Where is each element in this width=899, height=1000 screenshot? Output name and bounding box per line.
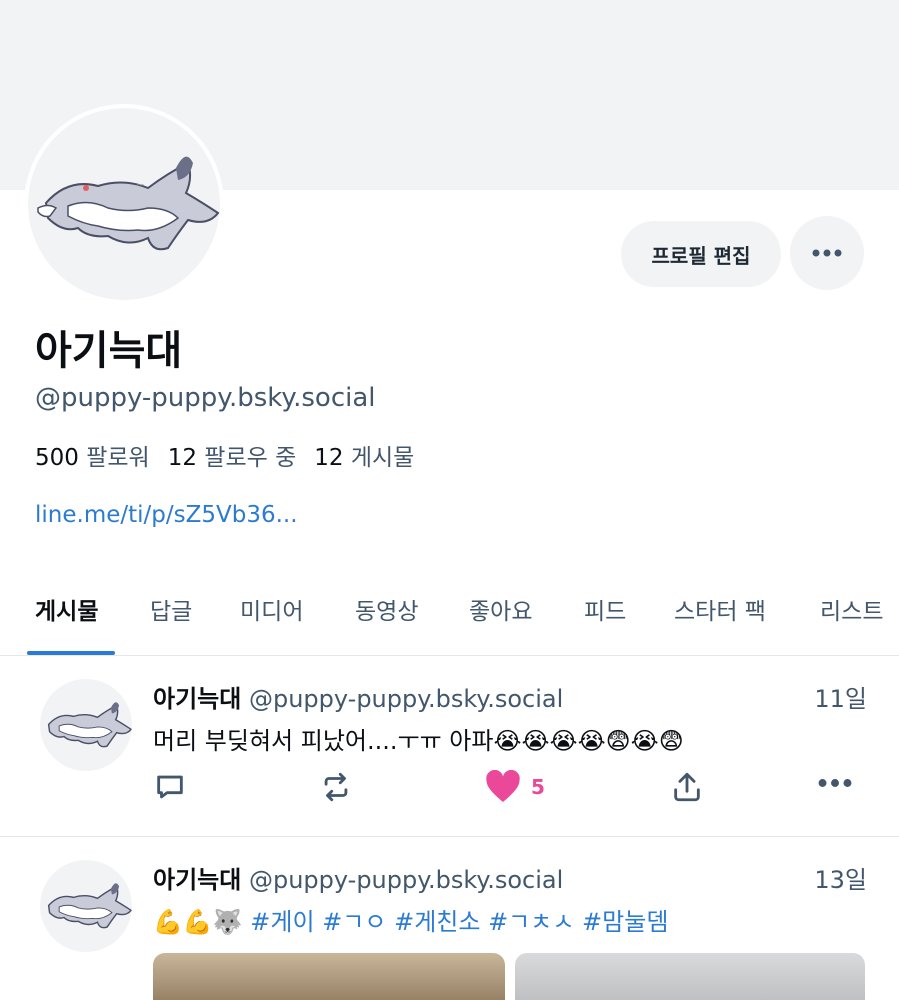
tab-posts[interactable]: 게시물 — [35, 592, 98, 626]
post-more-button[interactable] — [818, 778, 852, 788]
reply-icon — [157, 775, 183, 799]
profile-display-name: 아기늑대 — [35, 328, 183, 374]
svg-text:~: ~ — [136, 180, 144, 191]
profile-link[interactable]: line.me/ti/p/sZ5Vb36... — [35, 502, 298, 528]
like-button[interactable]: 5 — [485, 770, 545, 804]
post-item[interactable]: 아기늑대 @puppy-puppy.bsky.social 11일 머리 부딪혀… — [0, 657, 899, 837]
posts-stat: 12 게시물 — [314, 438, 414, 472]
like-count: 5 — [531, 775, 545, 799]
followers-label: 팔로워 — [86, 445, 150, 471]
share-icon — [674, 772, 700, 802]
following-label: 팔로우 중 — [204, 445, 297, 471]
following-count: 12 — [167, 445, 197, 471]
profile-more-button[interactable] — [790, 216, 864, 290]
post-text: 머리 부딪혀서 피났어....ㅜㅠ 아파😭😭😭😭😨😭😨 — [153, 721, 684, 756]
following-stat[interactable]: 12 팔로우 중 — [168, 438, 297, 472]
post-author-avatar[interactable] — [40, 679, 132, 771]
post-image[interactable] — [515, 953, 865, 1000]
profile-stats: 500 팔로워 12 팔로우 중 12 게시물 — [35, 438, 414, 472]
tab-starter-packs[interactable]: 스타터 팩 — [674, 592, 766, 626]
heart-icon — [486, 770, 520, 802]
post-emoji: 😭😭😭😭😨😭😨 — [493, 727, 684, 755]
wolf-avatar-image — [47, 702, 132, 748]
active-tab-indicator — [27, 651, 115, 655]
reply-button[interactable] — [153, 770, 187, 804]
profile-handle: @puppy-puppy.bsky.social — [35, 383, 376, 413]
wolf-avatar-image: ~ — [37, 156, 220, 251]
post-actions: 5 — [153, 770, 863, 810]
edit-profile-button[interactable]: 프로필 편집 — [621, 221, 781, 287]
post-emoji: 💪💪🐺 — [153, 908, 243, 936]
repost-button[interactable] — [319, 770, 353, 804]
posts-count: 12 — [314, 445, 344, 471]
profile-tabs: 게시물 답글 미디어 동영상 좋아요 피드 스타터 팩 리스트 — [0, 560, 899, 656]
post-author[interactable]: 아기늑대 @puppy-puppy.bsky.social — [153, 679, 563, 714]
followers-stat[interactable]: 500 팔로워 — [35, 438, 150, 472]
post-author-handle: @puppy-puppy.bsky.social — [248, 866, 564, 894]
tab-replies[interactable]: 답글 — [150, 592, 192, 626]
tab-media[interactable]: 미디어 — [240, 592, 303, 626]
posts-label: 게시물 — [350, 445, 415, 471]
tab-lists[interactable]: 리스트 — [820, 592, 883, 626]
post-text-body: 머리 부딪혀서 피났어....ㅜㅠ 아파 — [153, 727, 494, 755]
share-button[interactable] — [670, 770, 704, 804]
tab-feeds[interactable]: 피드 — [584, 592, 626, 626]
post-author-avatar[interactable] — [40, 860, 132, 952]
post-date[interactable]: 13일 — [814, 860, 867, 895]
tab-likes[interactable]: 좋아요 — [469, 592, 532, 626]
tab-videos[interactable]: 동영상 — [355, 592, 418, 626]
wolf-avatar-image — [47, 883, 132, 929]
profile-avatar[interactable]: ~ — [24, 104, 224, 304]
post-hashtags[interactable]: #게이 #ㄱㅇ #게친소 #ㄱㅊㅅ #맘눌뎀 — [250, 908, 668, 936]
post-text: 💪💪🐺 #게이 #ㄱㅇ #게친소 #ㄱㅊㅅ #맘눌뎀 — [153, 902, 668, 937]
post-author-name: 아기늑대 — [153, 685, 242, 713]
ellipsis-icon — [812, 249, 842, 257]
ellipsis-icon — [818, 779, 852, 787]
post-author-handle: @puppy-puppy.bsky.social — [248, 685, 564, 713]
post-author-name: 아기늑대 — [153, 866, 242, 894]
followers-count: 500 — [35, 445, 79, 471]
post-image[interactable] — [153, 953, 505, 1000]
post-date[interactable]: 11일 — [814, 679, 867, 714]
repost-icon — [324, 772, 348, 802]
post-author[interactable]: 아기늑대 @puppy-puppy.bsky.social — [153, 860, 563, 895]
